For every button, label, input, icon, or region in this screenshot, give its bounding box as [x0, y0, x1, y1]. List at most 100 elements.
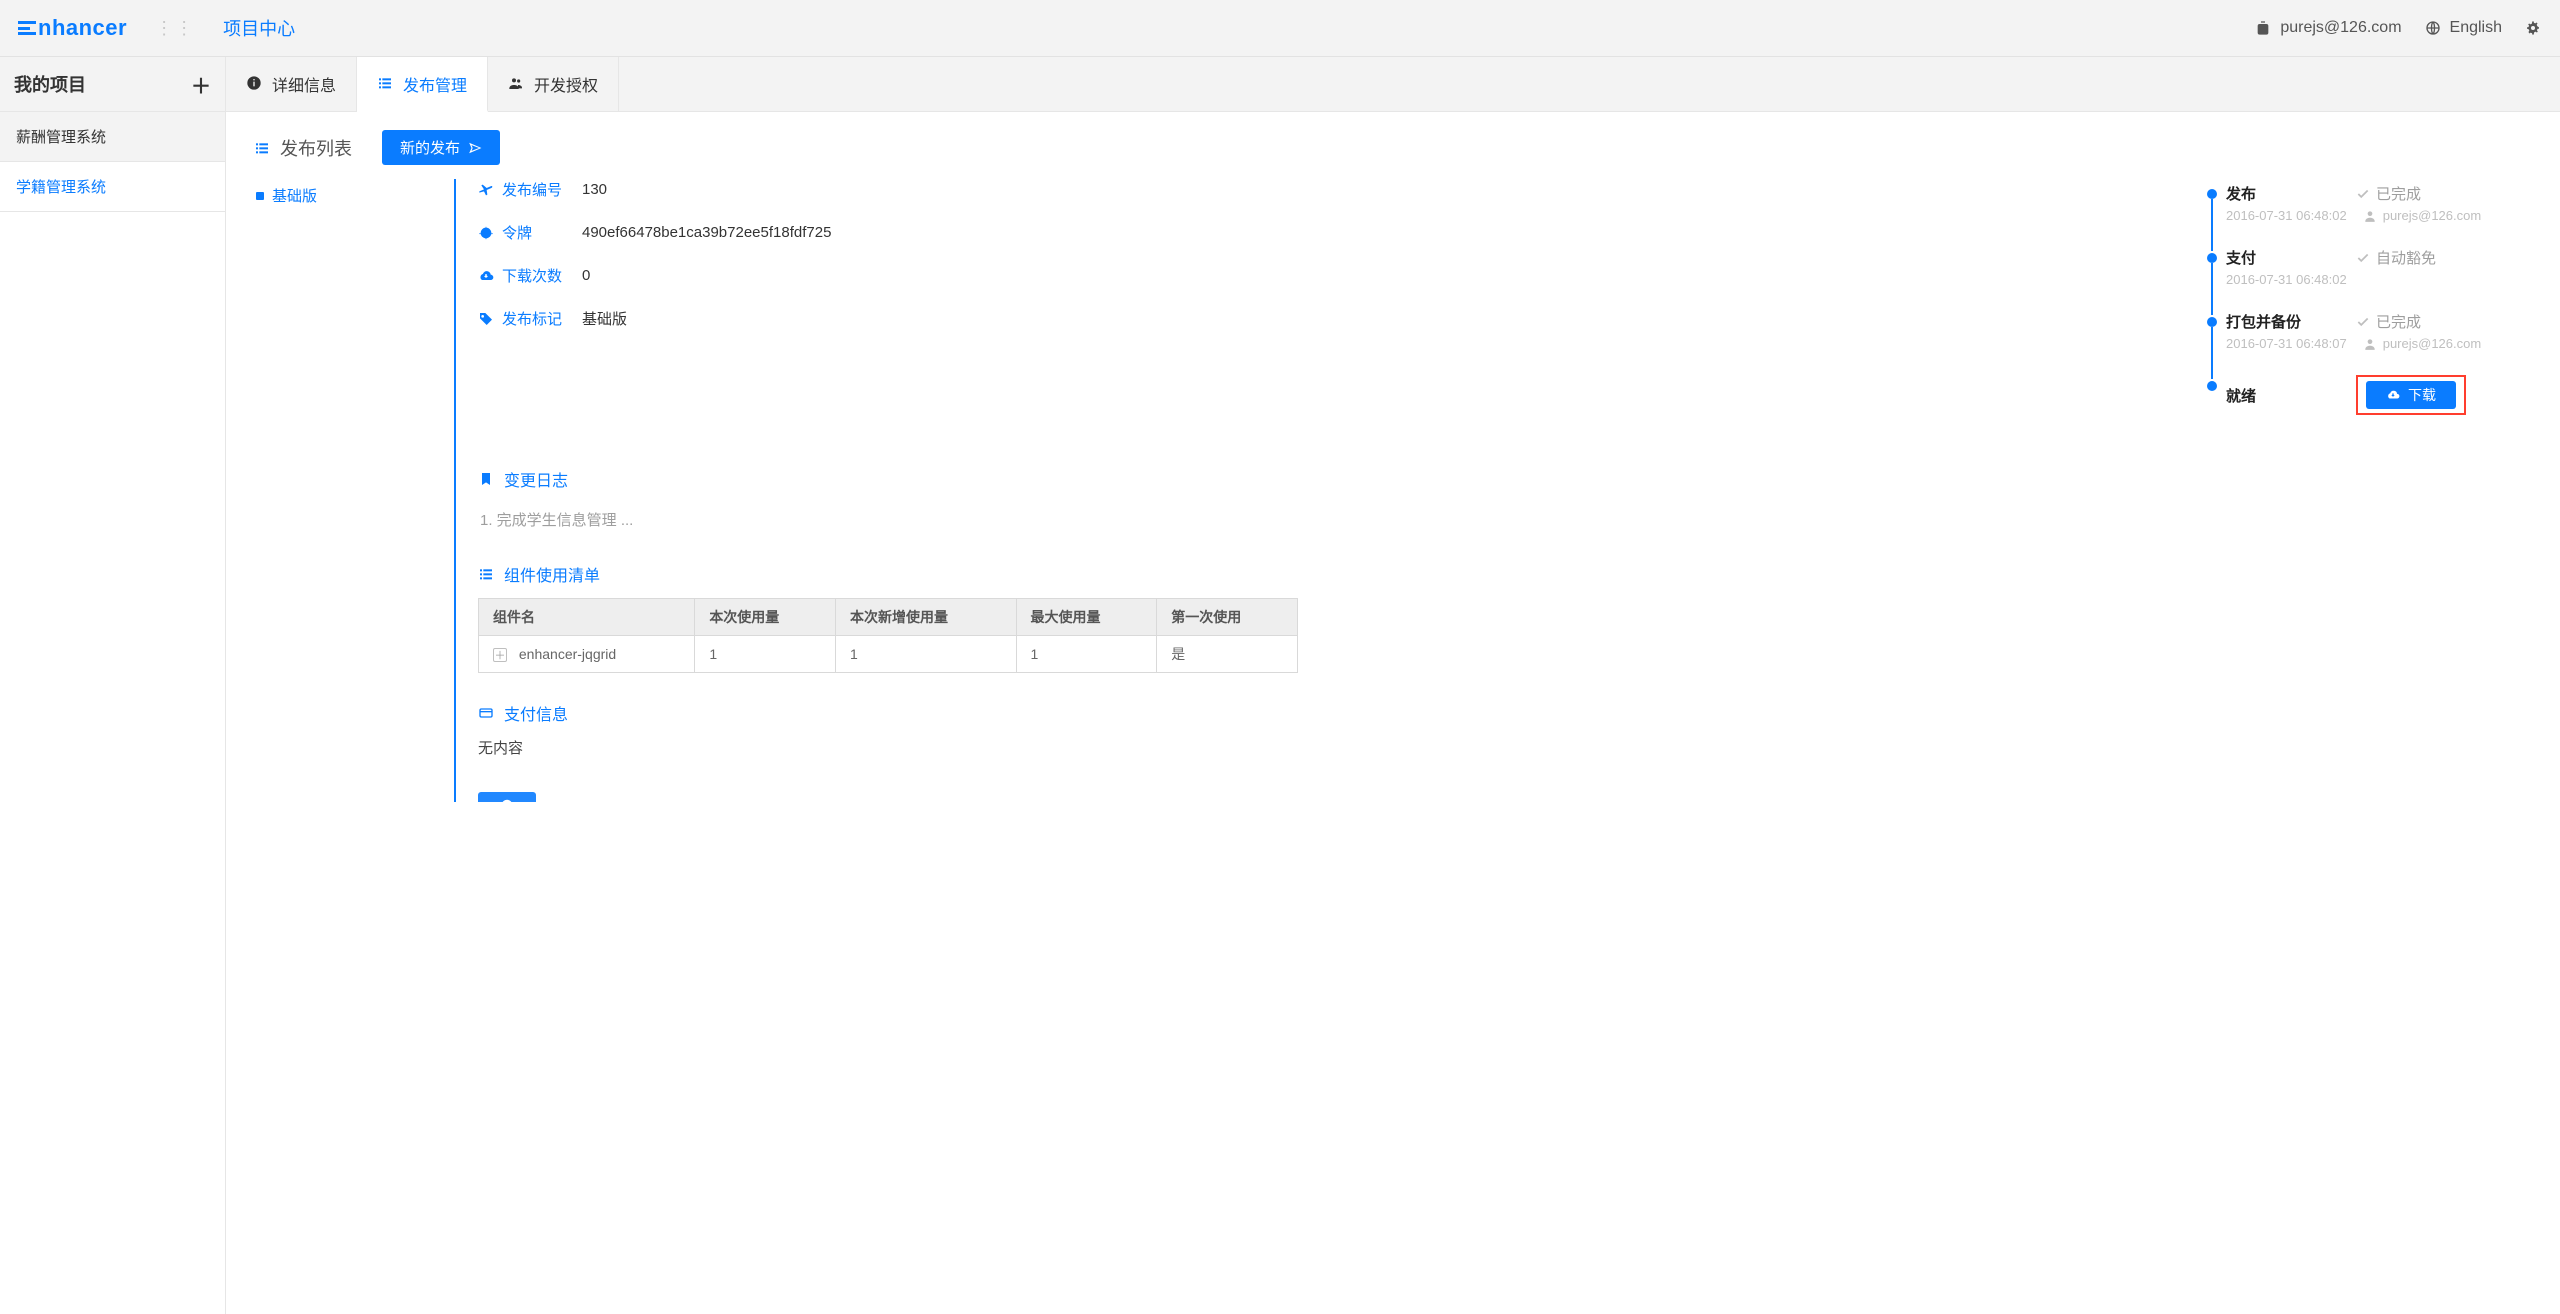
expand-row-button[interactable]: ＋	[493, 648, 507, 662]
download-highlight-box: 下载	[2356, 375, 2466, 415]
payment-title: 支付信息	[478, 701, 2532, 725]
tag-value: 基础版	[582, 308, 627, 329]
language-switch[interactable]: English	[2424, 19, 2502, 37]
tab-release-label: 发布管理	[403, 72, 467, 96]
release-no-value: 130	[582, 181, 607, 198]
version-item-label: 基础版	[272, 185, 317, 206]
download-button[interactable]: 下载	[2366, 381, 2456, 409]
td-first: 是	[1157, 636, 1298, 673]
settings-button[interactable]	[2524, 19, 2542, 37]
release-list-title: 发布列表	[254, 135, 352, 161]
list-icon	[478, 566, 494, 582]
delete-button[interactable]	[478, 792, 536, 802]
check-icon	[2356, 251, 2370, 265]
globe-icon	[2424, 19, 2442, 37]
version-item-basic[interactable]: 基础版	[254, 179, 442, 212]
timeline-step-ready: 就绪 下载	[2202, 375, 2532, 415]
th-first: 第一次使用	[1157, 599, 1298, 636]
language-label: English	[2450, 19, 2502, 37]
content: 发布列表 新的发布 基础版	[226, 112, 2560, 1314]
top-separator-icon: ⋮⋮	[155, 18, 195, 39]
changelog-title: 变更日志	[478, 467, 2532, 491]
minus-circle-icon	[500, 798, 514, 802]
project-item-label: 薪酬管理系统	[16, 129, 106, 146]
tabs: 详细信息 发布管理 开发授权	[226, 57, 619, 111]
user-email: purejs@126.com	[2280, 19, 2401, 37]
timeline-who: purejs@126.com	[2383, 208, 2481, 223]
field-release-no: 发布编号 130	[478, 179, 2178, 200]
release-detail: 发布编号 130 令牌 490ef66478be1ca39b7	[454, 179, 2532, 802]
changelog-text: 1. 完成学生信息管理 ...	[478, 503, 2532, 534]
release-list-header: 发布列表 新的发布	[254, 130, 2532, 165]
list-icon	[377, 75, 395, 93]
brand-text: nhancer	[38, 15, 127, 41]
project-item-salary[interactable]: 薪酬管理系统	[0, 112, 225, 162]
sidebar-title: 我的项目	[14, 71, 86, 97]
table-header-row: 组件名 本次使用量 本次新增使用量 最大使用量 第一次使用	[479, 599, 1298, 636]
footer-cut	[478, 792, 2532, 802]
topbar: nhancer ⋮⋮ 项目中心 purejs@126.com English	[0, 0, 2560, 56]
project-item-student[interactable]: 学籍管理系统	[0, 162, 225, 212]
gears-icon	[2524, 19, 2542, 37]
th-max: 最大使用量	[1016, 599, 1157, 636]
th-added: 本次新增使用量	[836, 599, 1017, 636]
release-columns: 基础版 发布编号 130	[254, 179, 2532, 802]
paper-plane-icon	[468, 141, 482, 155]
timeline-time: 2016-07-31 06:48:02	[2226, 272, 2347, 287]
user-backpack-icon	[2254, 19, 2272, 37]
timeline-step-pack: 打包并备份 已完成 2016-07-31 06:48:07	[2202, 311, 2532, 351]
bookmark-icon	[478, 471, 494, 487]
tab-row: 我的项目 ＋ 详细信息 发布管理 开发授权	[0, 56, 2560, 112]
th-name: 组件名	[479, 599, 695, 636]
td-name: enhancer-jqgrid	[519, 646, 616, 662]
field-tag: 发布标记 基础版	[478, 308, 2178, 329]
token-value: 490ef66478be1ca39b72ee5f18fdf725	[582, 224, 831, 241]
td-max: 1	[1016, 636, 1157, 673]
sidebar: 薪酬管理系统 学籍管理系统	[0, 112, 226, 1314]
project-center-link[interactable]: 项目中心	[223, 15, 295, 41]
square-bullet-icon	[256, 192, 264, 200]
cloud-download-icon	[478, 268, 494, 284]
timeline-step-pay: 支付 自动豁免 2016-07-31 06:48:02	[2202, 247, 2532, 287]
main: 薪酬管理系统 学籍管理系统 发布列表 新的发布	[0, 112, 2560, 1314]
add-project-button[interactable]: ＋	[191, 70, 211, 99]
tab-detail[interactable]: 详细信息	[226, 57, 357, 111]
project-item-label: 学籍管理系统	[16, 179, 106, 196]
tab-auth-label: 开发授权	[534, 72, 598, 96]
check-icon	[2356, 187, 2370, 201]
plane-icon	[478, 182, 494, 198]
timeline-time: 2016-07-31 06:48:02	[2226, 208, 2347, 223]
tab-auth[interactable]: 开发授权	[488, 57, 619, 111]
badge-icon	[478, 225, 494, 241]
components-title: 组件使用清单	[478, 562, 2532, 586]
credit-card-icon	[478, 705, 494, 721]
field-downloads: 下载次数 0	[478, 265, 2178, 286]
list-icon	[254, 140, 270, 156]
downloads-value: 0	[582, 267, 590, 284]
download-button-label: 下载	[2408, 385, 2436, 405]
user-menu[interactable]: purejs@126.com	[2254, 19, 2401, 37]
info-icon	[246, 75, 264, 93]
td-used: 1	[695, 636, 836, 673]
brand-logo[interactable]: nhancer	[18, 15, 127, 41]
new-release-button[interactable]: 新的发布	[382, 130, 500, 165]
sidebar-header: 我的项目 ＋	[0, 57, 226, 111]
timeline-who: purejs@126.com	[2383, 336, 2481, 351]
tab-detail-label: 详细信息	[272, 72, 336, 96]
tag-icon	[478, 311, 494, 327]
user-icon	[2363, 337, 2377, 351]
check-icon	[2356, 315, 2370, 329]
components-table: 组件名 本次使用量 本次新增使用量 最大使用量 第一次使用 ＋ enhancer…	[478, 598, 1298, 673]
release-timeline: 发布 已完成 2016-07-31 06:48:02	[2202, 179, 2532, 439]
menu-bars-icon	[18, 21, 36, 35]
topbar-right: purejs@126.com English	[2254, 19, 2542, 37]
timeline-step-publish: 发布 已完成 2016-07-31 06:48:02	[2202, 183, 2532, 223]
user-icon	[2363, 209, 2377, 223]
cloud-download-icon	[2386, 388, 2400, 402]
table-row: ＋ enhancer-jqgrid 1 1 1 是	[479, 636, 1298, 673]
payment-text: 无内容	[478, 737, 2532, 758]
field-token: 令牌 490ef66478be1ca39b72ee5f18fdf725	[478, 222, 2178, 243]
version-list: 基础版	[254, 179, 454, 802]
tab-release[interactable]: 发布管理	[357, 57, 488, 112]
timeline-time: 2016-07-31 06:48:07	[2226, 336, 2347, 351]
